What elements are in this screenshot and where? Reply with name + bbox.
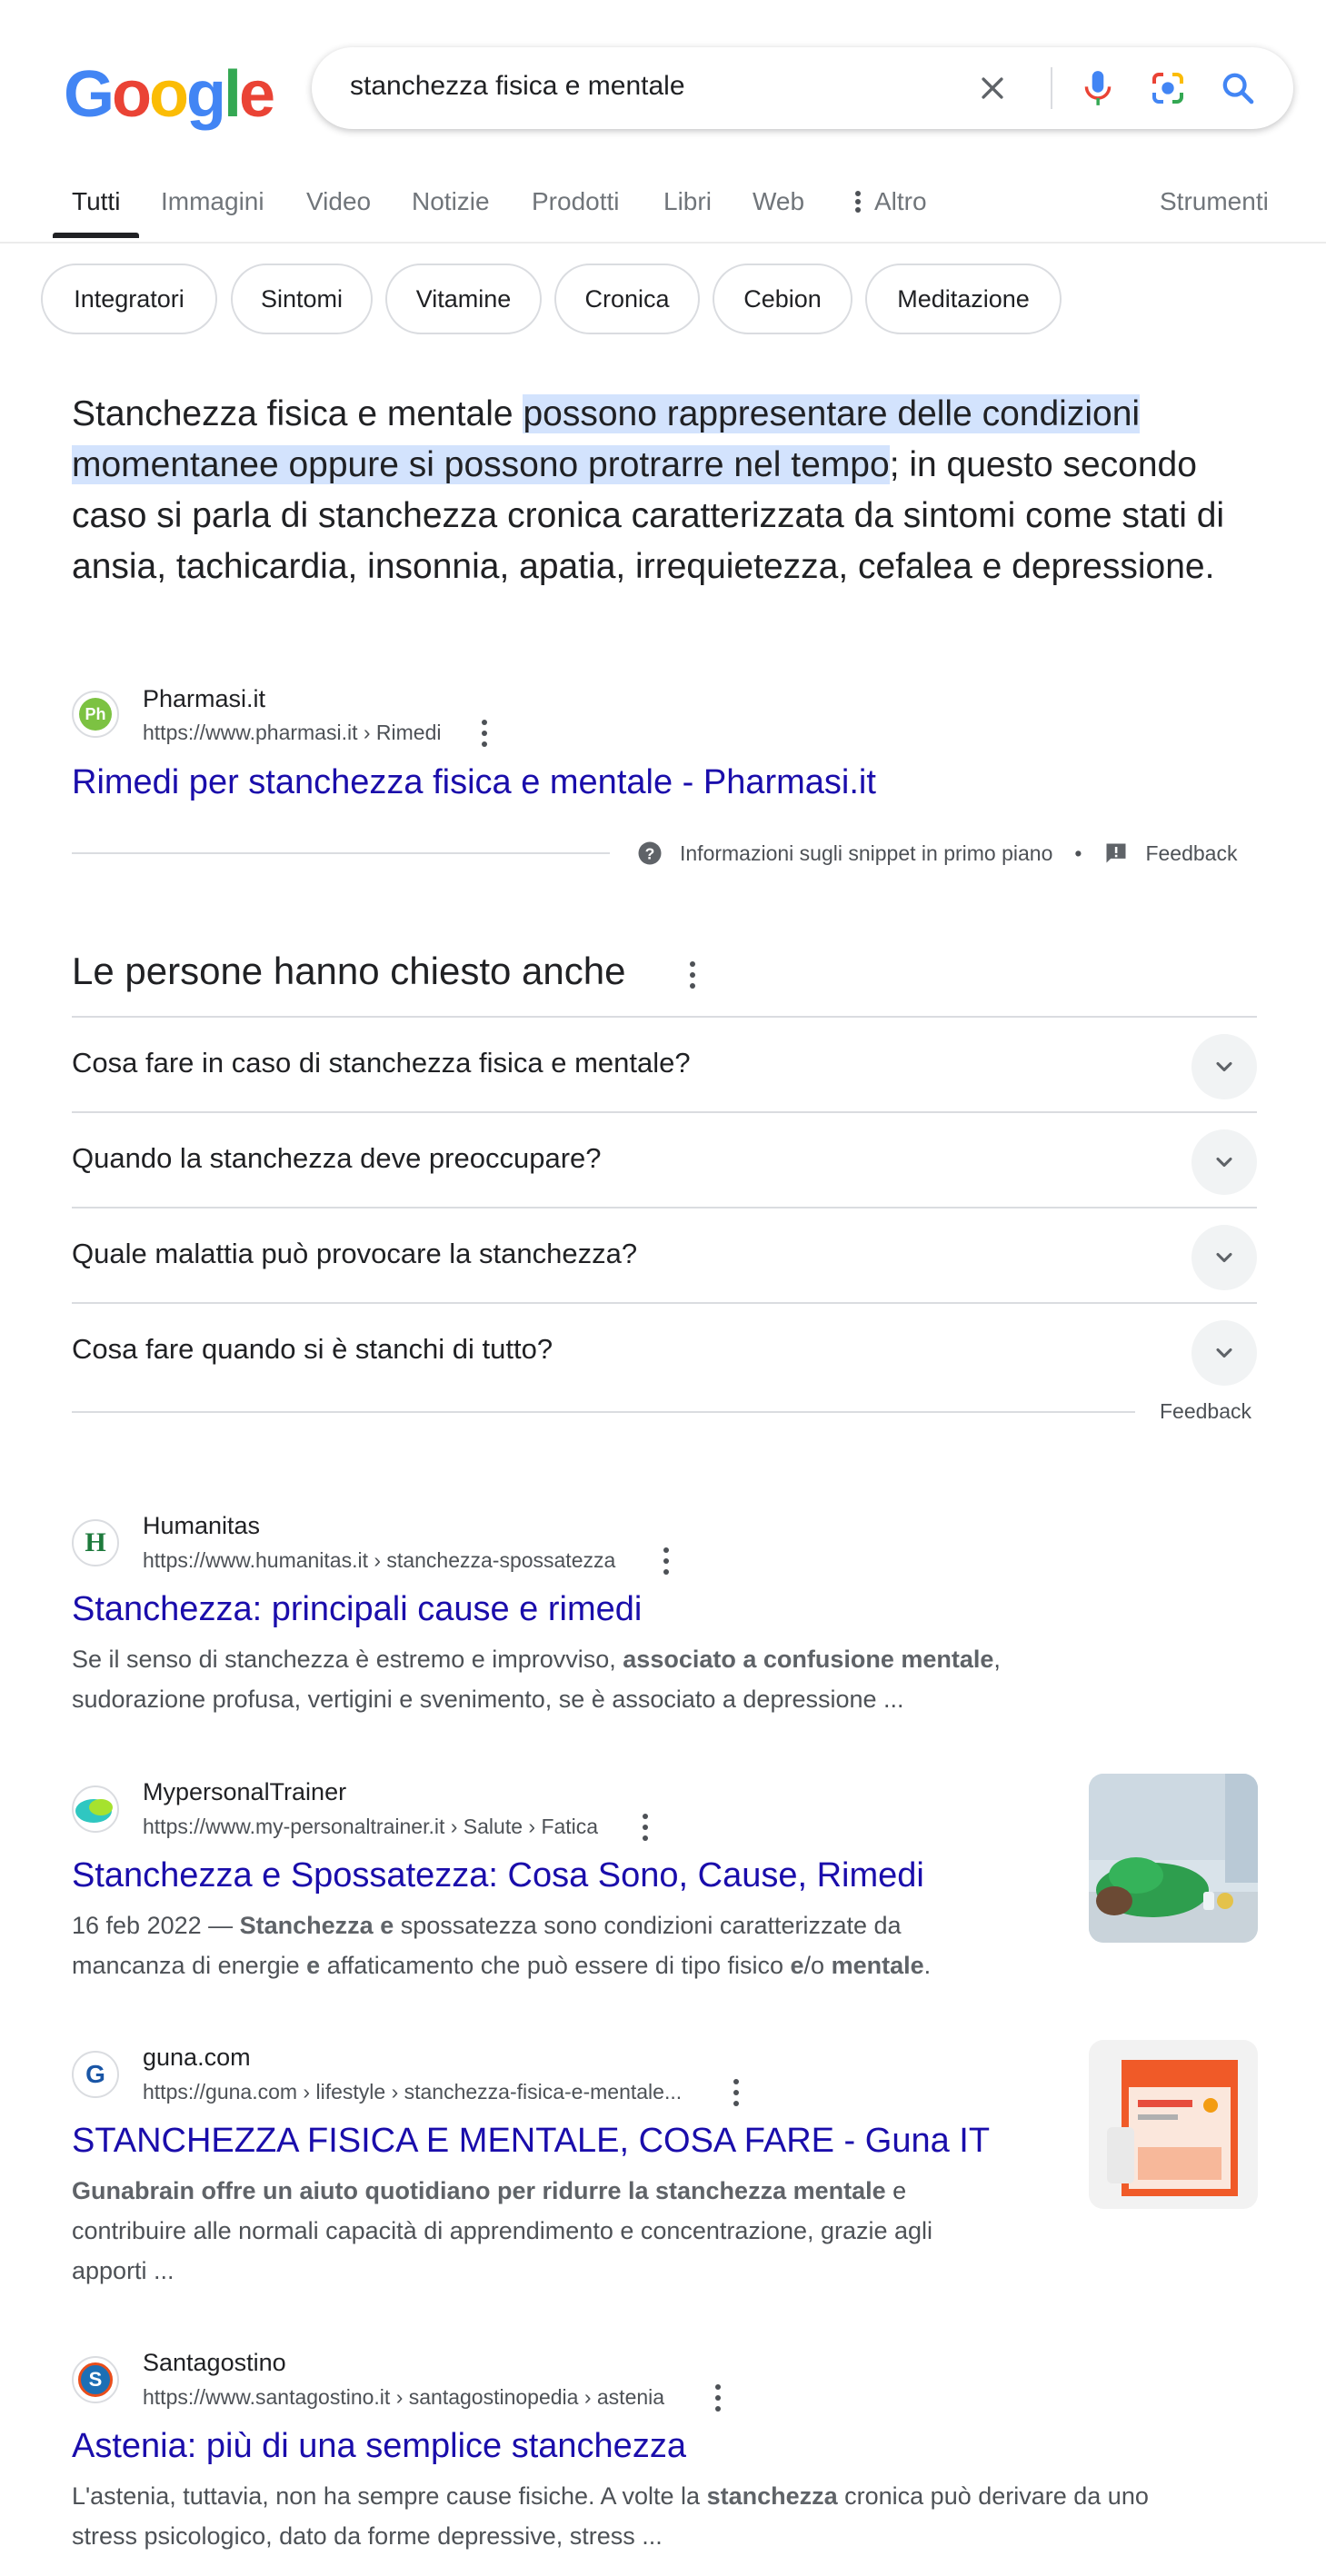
svg-text:?: ?: [645, 844, 655, 862]
guna-favicon: G: [72, 2051, 119, 2098]
feedback-icon[interactable]: [1103, 840, 1129, 866]
paa-feedback-link[interactable]: Feedback: [1160, 1399, 1251, 1424]
chip-meditazione[interactable]: Meditazione: [865, 264, 1062, 334]
paa-question[interactable]: Cosa fare quando si è stanchi di tutto?: [72, 1302, 1257, 1397]
help-icon[interactable]: ?: [636, 840, 663, 867]
result-url[interactable]: https://www.santagostino.it › santagosti…: [143, 2385, 664, 2410]
paa-question[interactable]: Cosa fare in caso di stanchezza fisica e…: [72, 1016, 1257, 1111]
more-options-icon[interactable]: [642, 1814, 649, 1841]
search-input[interactable]: stanchezza fisica e mentale: [350, 71, 685, 102]
result-title[interactable]: Astenia: più di una semplice stanchezza: [72, 2427, 686, 2466]
result-site-name[interactable]: Santagostino: [143, 2349, 286, 2377]
search-divider: [1051, 67, 1052, 109]
search-icon[interactable]: [1213, 64, 1262, 113]
result-description: L'astenia, tuttavia, non ha sempre cause…: [72, 2482, 1149, 2550]
result-title[interactable]: Stanchezza e Spossatezza: Cosa Sono, Cau…: [72, 1856, 924, 1895]
tab-libri[interactable]: Libri: [663, 187, 712, 216]
source-url[interactable]: https://www.pharmasi.it › Rimedi: [143, 721, 441, 745]
result-description: 16 feb 2022 — Stanchezza e spossatezza s…: [72, 1912, 932, 1979]
result-description: Gunabrain offre un aiuto quotidiano per …: [72, 2177, 933, 2284]
paa-title: Le persone hanno chiesto anche: [72, 950, 626, 992]
featured-snippet-text: Stanchezza fisica e mentale possono rapp…: [72, 394, 1225, 586]
chevron-down-icon[interactable]: [1191, 1225, 1257, 1290]
more-options-icon[interactable]: [663, 1547, 670, 1575]
chevron-down-icon[interactable]: [1191, 1129, 1257, 1195]
result-thumbnail[interactable]: [1089, 2040, 1258, 2209]
google-logo[interactable]: Google: [64, 62, 275, 127]
result-site-name[interactable]: MypersonalTrainer: [143, 1778, 346, 1806]
result-title[interactable]: STANCHEZZA FISICA E MENTALE, COSA FARE -…: [72, 2122, 990, 2161]
result-site-name[interactable]: guna.com: [143, 2044, 251, 2072]
santagostino-favicon: S: [72, 2356, 119, 2403]
tab-video[interactable]: Video: [306, 187, 371, 216]
result-thumbnail[interactable]: [1089, 1774, 1258, 1943]
result-title[interactable]: Stanchezza: principali cause e rimedi: [72, 1590, 642, 1629]
chip-vitamine[interactable]: Vitamine: [385, 264, 542, 334]
about-snippets-link[interactable]: Informazioni sugli snippet in primo pian…: [680, 841, 1052, 866]
paa-question[interactable]: Quando la stanchezza deve preoccupare?: [72, 1111, 1257, 1207]
chip-cebion[interactable]: Cebion: [713, 264, 852, 334]
mic-icon[interactable]: [1073, 64, 1122, 113]
separator-dot: •: [1074, 840, 1082, 865]
humanitas-favicon: H: [72, 1519, 119, 1566]
search-tabs: Tutti Immagini Video Notizie Prodotti Li…: [0, 173, 1326, 244]
snippet-result-title[interactable]: Rimedi per stanchezza fisica e mentale -…: [72, 763, 876, 802]
tab-altro[interactable]: Altro: [854, 187, 927, 216]
chevron-down-icon[interactable]: [1191, 1034, 1257, 1099]
result-site-name[interactable]: Humanitas: [143, 1512, 260, 1540]
paa-more-icon[interactable]: [689, 961, 696, 989]
more-options-icon[interactable]: [481, 720, 488, 747]
lens-icon[interactable]: [1143, 64, 1192, 113]
source-name[interactable]: Pharmasi.it: [143, 685, 265, 713]
pharmasi-favicon: Ph: [72, 691, 119, 738]
result-url[interactable]: https://guna.com › lifestyle › stanchezz…: [143, 2080, 682, 2104]
result-url[interactable]: https://www.my-personaltrainer.it › Salu…: [143, 1815, 598, 1839]
clear-icon[interactable]: [968, 64, 1017, 113]
tab-web[interactable]: Web: [753, 187, 804, 216]
divider: [72, 852, 610, 854]
tab-immagini[interactable]: Immagini: [161, 187, 264, 216]
tools-button[interactable]: Strumenti: [1160, 187, 1269, 216]
feedback-link[interactable]: Feedback: [1145, 841, 1237, 866]
mypersonaltrainer-favicon: [72, 1785, 119, 1833]
more-options-icon[interactable]: [714, 2384, 722, 2412]
more-vert-icon: [854, 191, 862, 213]
chip-sintomi[interactable]: Sintomi: [231, 264, 373, 334]
tab-tutti[interactable]: Tutti: [72, 187, 120, 216]
result-description: Se il senso di stanchezza è estremo e im…: [72, 1646, 1001, 1713]
result-url[interactable]: https://www.humanitas.it › stanchezza-sp…: [143, 1548, 615, 1573]
chip-cronica[interactable]: Cronica: [554, 264, 700, 334]
tab-prodotti[interactable]: Prodotti: [532, 187, 620, 216]
more-options-icon[interactable]: [733, 2079, 740, 2106]
chevron-down-icon[interactable]: [1191, 1320, 1257, 1386]
snippet-footer: ? Informazioni sugli snippet in primo pi…: [636, 840, 1237, 867]
paa-question[interactable]: Quale malattia può provocare la stanchez…: [72, 1207, 1257, 1302]
active-tab-indicator: [53, 233, 139, 238]
divider: [72, 1411, 1135, 1413]
chip-integratori[interactable]: Integratori: [41, 264, 217, 334]
search-box[interactable]: stanchezza fisica e mentale: [312, 47, 1293, 129]
tab-notizie[interactable]: Notizie: [412, 187, 490, 216]
